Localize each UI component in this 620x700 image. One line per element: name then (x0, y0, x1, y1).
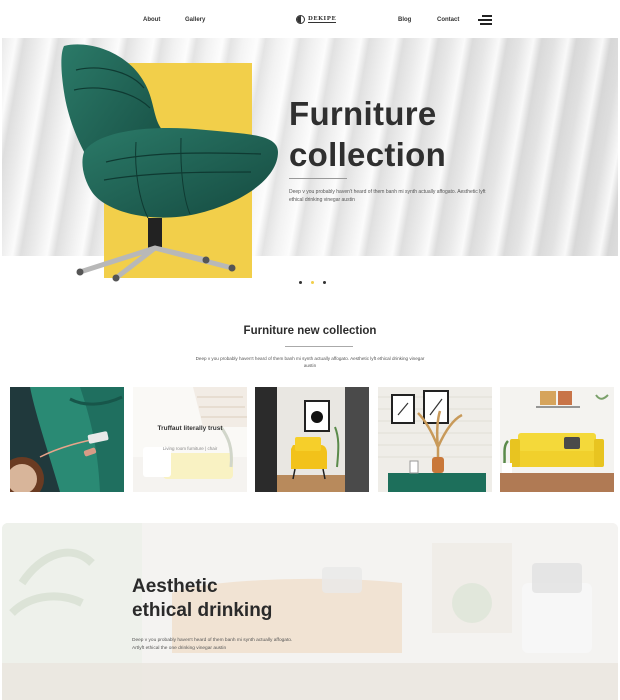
feature-title-line-1: Aesthetic (132, 576, 218, 597)
hero-title-line-1: Furniture (289, 95, 437, 132)
nav-link-contact[interactable]: Contact (437, 17, 459, 23)
green-cabinet-tile[interactable] (378, 387, 492, 492)
feature-banner (2, 523, 618, 700)
top-navigation: About Gallery DEKIPE Blog Contact (0, 0, 620, 38)
yellow-sofa-tile[interactable] (500, 387, 614, 492)
yellow-armchair-image (255, 387, 369, 492)
hero-divider (289, 178, 347, 179)
green-sofa-tile[interactable] (10, 387, 124, 492)
tile-overlay (133, 387, 247, 492)
feature-title-line-2: ethical drinking (132, 600, 273, 621)
tile-subtitle: Living room furniture | chair (162, 446, 218, 451)
feature-background-image (2, 523, 618, 700)
hero-title-line-2: collection (289, 136, 447, 173)
green-cabinet-image (378, 387, 492, 492)
logo-text: DEKIPE (308, 16, 337, 23)
feature-title: Aesthetic ethical drinking (132, 575, 272, 623)
nav-link-gallery[interactable]: Gallery (185, 17, 205, 23)
slider-pagination (299, 281, 326, 284)
collection-divider (285, 346, 353, 347)
green-sofa-image (10, 387, 124, 492)
brand-logo[interactable]: DEKIPE (296, 15, 337, 24)
collection-description: Deep v you probably haven't heard of the… (195, 356, 425, 368)
feature-description: Deep v you probably haven't heard of the… (132, 638, 293, 651)
nav-link-blog[interactable]: Blog (398, 17, 411, 23)
hero-description: Deep v you probably haven't heard of the… (289, 189, 486, 203)
collection-title: Furniture new collection (243, 325, 377, 337)
hero-title: Furniture collection (289, 93, 446, 175)
yellow-armchair-tile[interactable] (255, 387, 369, 492)
slider-dot-1[interactable] (299, 281, 302, 284)
logo-icon (296, 15, 305, 24)
slider-dot-3[interactable] (323, 281, 326, 284)
truffaut-tile[interactable]: Truffaut literally trust Living room fur… (133, 387, 247, 492)
nav-link-about[interactable]: About (143, 17, 160, 23)
tile-title: Truffaut literally trust (157, 425, 223, 432)
hamburger-menu-icon[interactable] (478, 15, 492, 25)
slider-dot-2[interactable] (311, 281, 314, 284)
armchair-image (61, 44, 278, 282)
yellow-sofa-image (500, 387, 614, 492)
